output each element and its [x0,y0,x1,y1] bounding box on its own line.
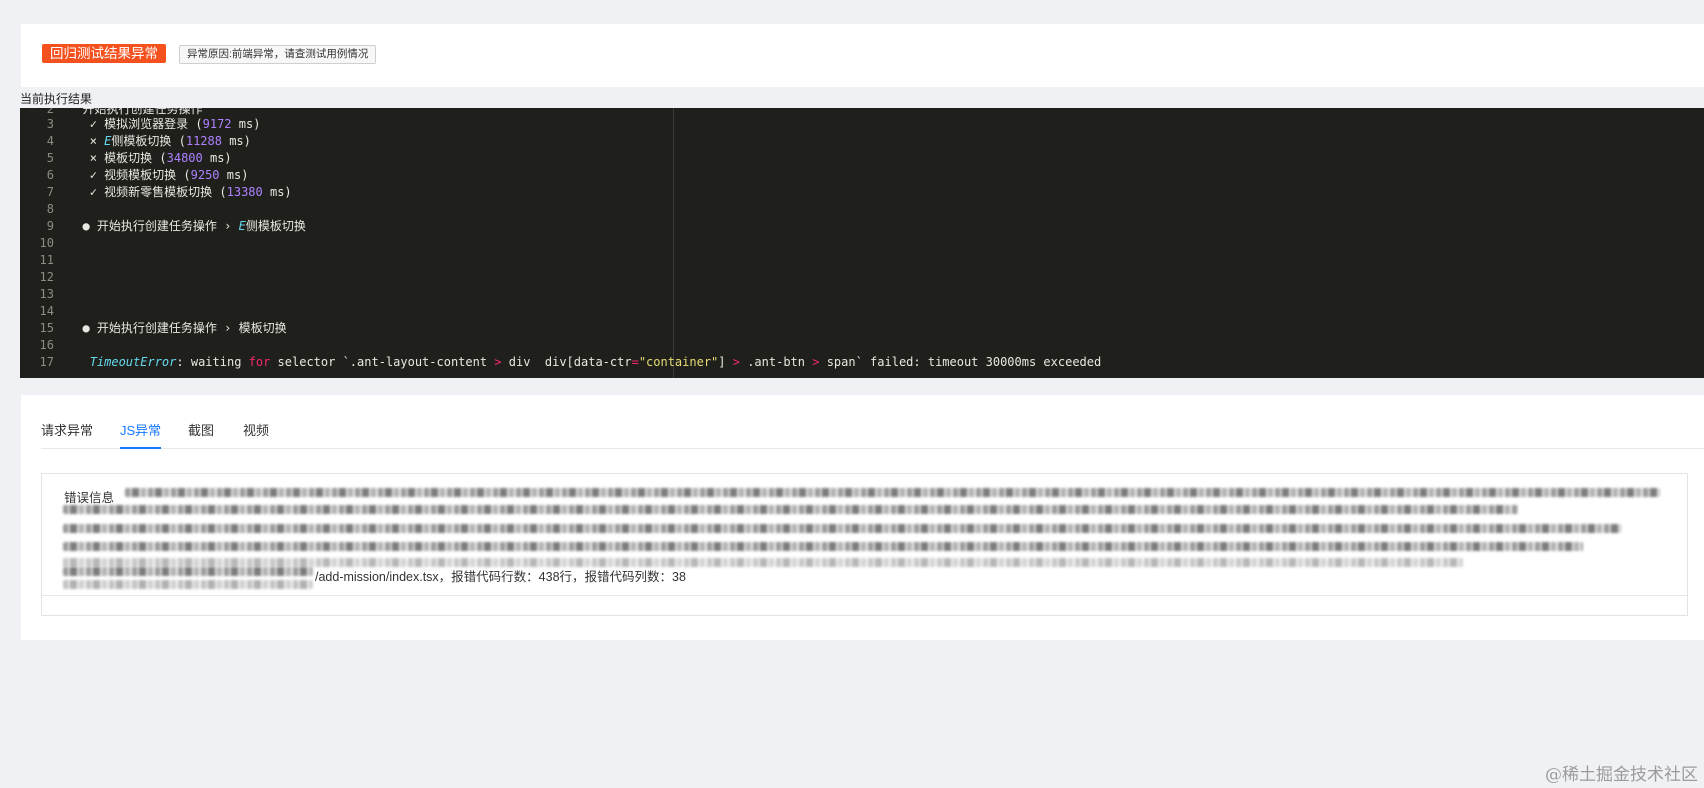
console-line: 16 [39,338,54,352]
fail-icon: × [89,134,97,148]
tab-video[interactable]: 视频 [243,423,269,439]
tab-screenshot[interactable]: 截图 [188,423,214,439]
bullet-icon: ● [82,321,90,335]
error-reason-box: 异常原因:前端异常，请查测试用例情况 [179,45,377,64]
redacted-text [63,558,1463,567]
console-line: 4 × E侧模板切换 (11288 ms) [46,134,251,148]
redacted-text [63,567,313,576]
tab-request-error[interactable]: 请求异常 [41,423,93,439]
panel-divider [42,595,1687,596]
error-location-text: /add-mission/index.tsx，报错代码行数：438行，报错代码列… [315,570,686,584]
redacted-text [63,524,1621,533]
console-line: 5 × 模板切换 (34800 ms) [46,151,232,165]
console-line: 14 [39,304,54,318]
console-line: 3 ✓ 模拟浏览器登录 (9172 ms) [46,117,261,131]
console-line: 6 ✓ 视频模板切换 (9250 ms) [46,168,249,182]
pass-icon: ✓ [89,168,97,182]
tab-js-error[interactable]: JS异常 [120,423,162,449]
redacted-text [63,580,313,589]
fail-icon: × [89,151,97,165]
redacted-text [63,542,1583,551]
pass-icon: ✓ [89,185,97,199]
console-line: 12 [39,270,54,284]
detail-card: 请求异常 JS异常 截图 视频 错误信息 /add-mission/index.… [21,395,1704,640]
console-line: 10 [39,236,54,250]
console-line: 9 ● 开始执行创建任务操作 › E侧模板切换 [46,219,306,233]
section-label-current-result: 当前执行结果 [20,92,93,106]
error-info-label: 错误信息 [64,491,115,505]
status-badge: 回归测试结果异常 [42,44,166,63]
console-line: 8 [46,202,54,216]
bullet-icon: ● [82,219,90,233]
tab-bar: 请求异常 JS异常 截图 视频 [41,423,1704,449]
pass-icon: ✓ [89,117,97,131]
console-line-error: 17 TimeoutError: waiting for selector `.… [39,355,1102,369]
console-split-divider [673,108,674,378]
error-info-panel: 错误信息 /add-mission/index.tsx，报错代码行数：438行，… [41,473,1688,616]
console-line: 7 ✓ 视频新零售模板切换 (13380 ms) [46,185,292,199]
redacted-text [63,505,1518,514]
status-header-card: 回归测试结果异常 异常原因:前端异常，请查测试用例情况 [21,24,1704,87]
redacted-text [125,488,1660,497]
console-line: 13 [39,287,54,301]
console-line: 15 ● 开始执行创建任务操作 › 模板切换 [39,321,287,335]
console-output[interactable]: 2 开始执行创建任务操作 3 ✓ 模拟浏览器登录 (9172 ms) 4 × E… [20,108,1704,378]
watermark: @稀土掘金技术社区 [1545,765,1698,785]
console-line: 11 [39,253,54,267]
